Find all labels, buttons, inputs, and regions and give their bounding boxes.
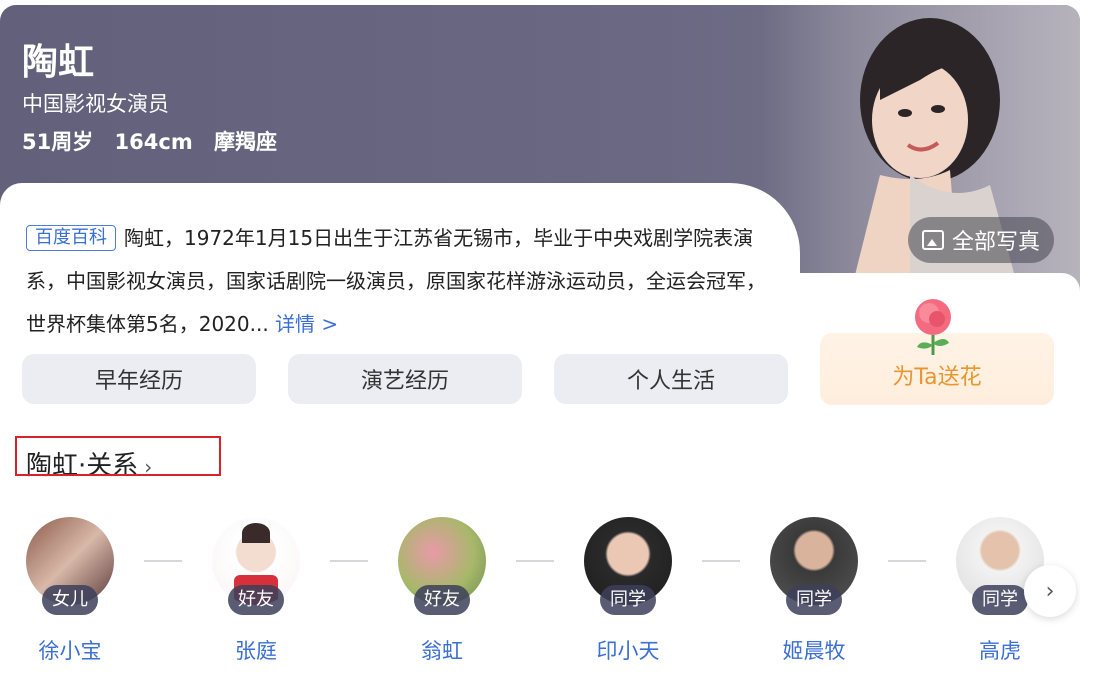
person-name-link[interactable]: 翁虹: [392, 635, 492, 665]
rose-icon: [915, 299, 951, 355]
connector-line: [330, 560, 368, 562]
person-meta: 51周岁 164cm 摩羯座: [22, 126, 291, 156]
bio-text: 陶虹，1972年1月15日出生于江苏省无锡市，毕业于中央戏剧学院表演系，中国影视…: [26, 226, 766, 336]
relation-tag: 女儿: [42, 585, 98, 615]
relation-tag: 同学: [786, 585, 842, 615]
hair-shape: [242, 523, 270, 543]
details-link[interactable]: 详情 >: [275, 312, 338, 336]
image-icon: [921, 230, 944, 250]
connector-line: [888, 560, 926, 562]
baike-source-badge[interactable]: 百度百科: [26, 225, 116, 251]
bio-summary: 百度百科 陶虹，1972年1月15日出生于江苏省无锡市，毕业于中央戏剧学院表演系，…: [26, 217, 766, 346]
person-name-link[interactable]: 张庭: [206, 635, 306, 665]
tab-early-life[interactable]: 早年经历: [22, 354, 256, 404]
person-subtitle: 中国影视女演员: [22, 92, 169, 116]
relation-tag: 同学: [600, 585, 656, 615]
all-photos-label: 全部写真: [951, 230, 1040, 255]
connector-line: [144, 560, 182, 562]
connector-line: [702, 560, 740, 562]
person-card: 陶虹 中国影视女演员 51周岁 164cm 摩羯座 全部写真 百度百科 陶虹，19…: [0, 5, 1080, 682]
tab-career[interactable]: 演艺经历: [288, 354, 522, 404]
zodiac-text: 摩羯座: [214, 130, 278, 154]
highlight-box: [15, 436, 221, 476]
person-name: 陶虹: [22, 42, 95, 83]
relation-tag: 同学: [972, 585, 1028, 615]
height-text: 164cm: [114, 130, 193, 154]
relation-tag: 好友: [228, 585, 284, 615]
connector-line: [516, 560, 554, 562]
next-arrow-button[interactable]: ›: [1024, 565, 1076, 617]
person-name-link[interactable]: 高虎: [950, 635, 1050, 665]
all-photos-button[interactable]: 全部写真: [908, 217, 1054, 263]
chevron-right-icon: ›: [1045, 578, 1055, 604]
age-text: 51周岁: [22, 130, 94, 154]
person-name-link[interactable]: 姬晨牧: [764, 635, 864, 665]
person-name-link[interactable]: 印小天: [578, 635, 678, 665]
relation-tag: 好友: [414, 585, 470, 615]
tab-personal-life[interactable]: 个人生活: [554, 354, 788, 404]
person-name-link[interactable]: 徐小宝: [20, 635, 120, 665]
